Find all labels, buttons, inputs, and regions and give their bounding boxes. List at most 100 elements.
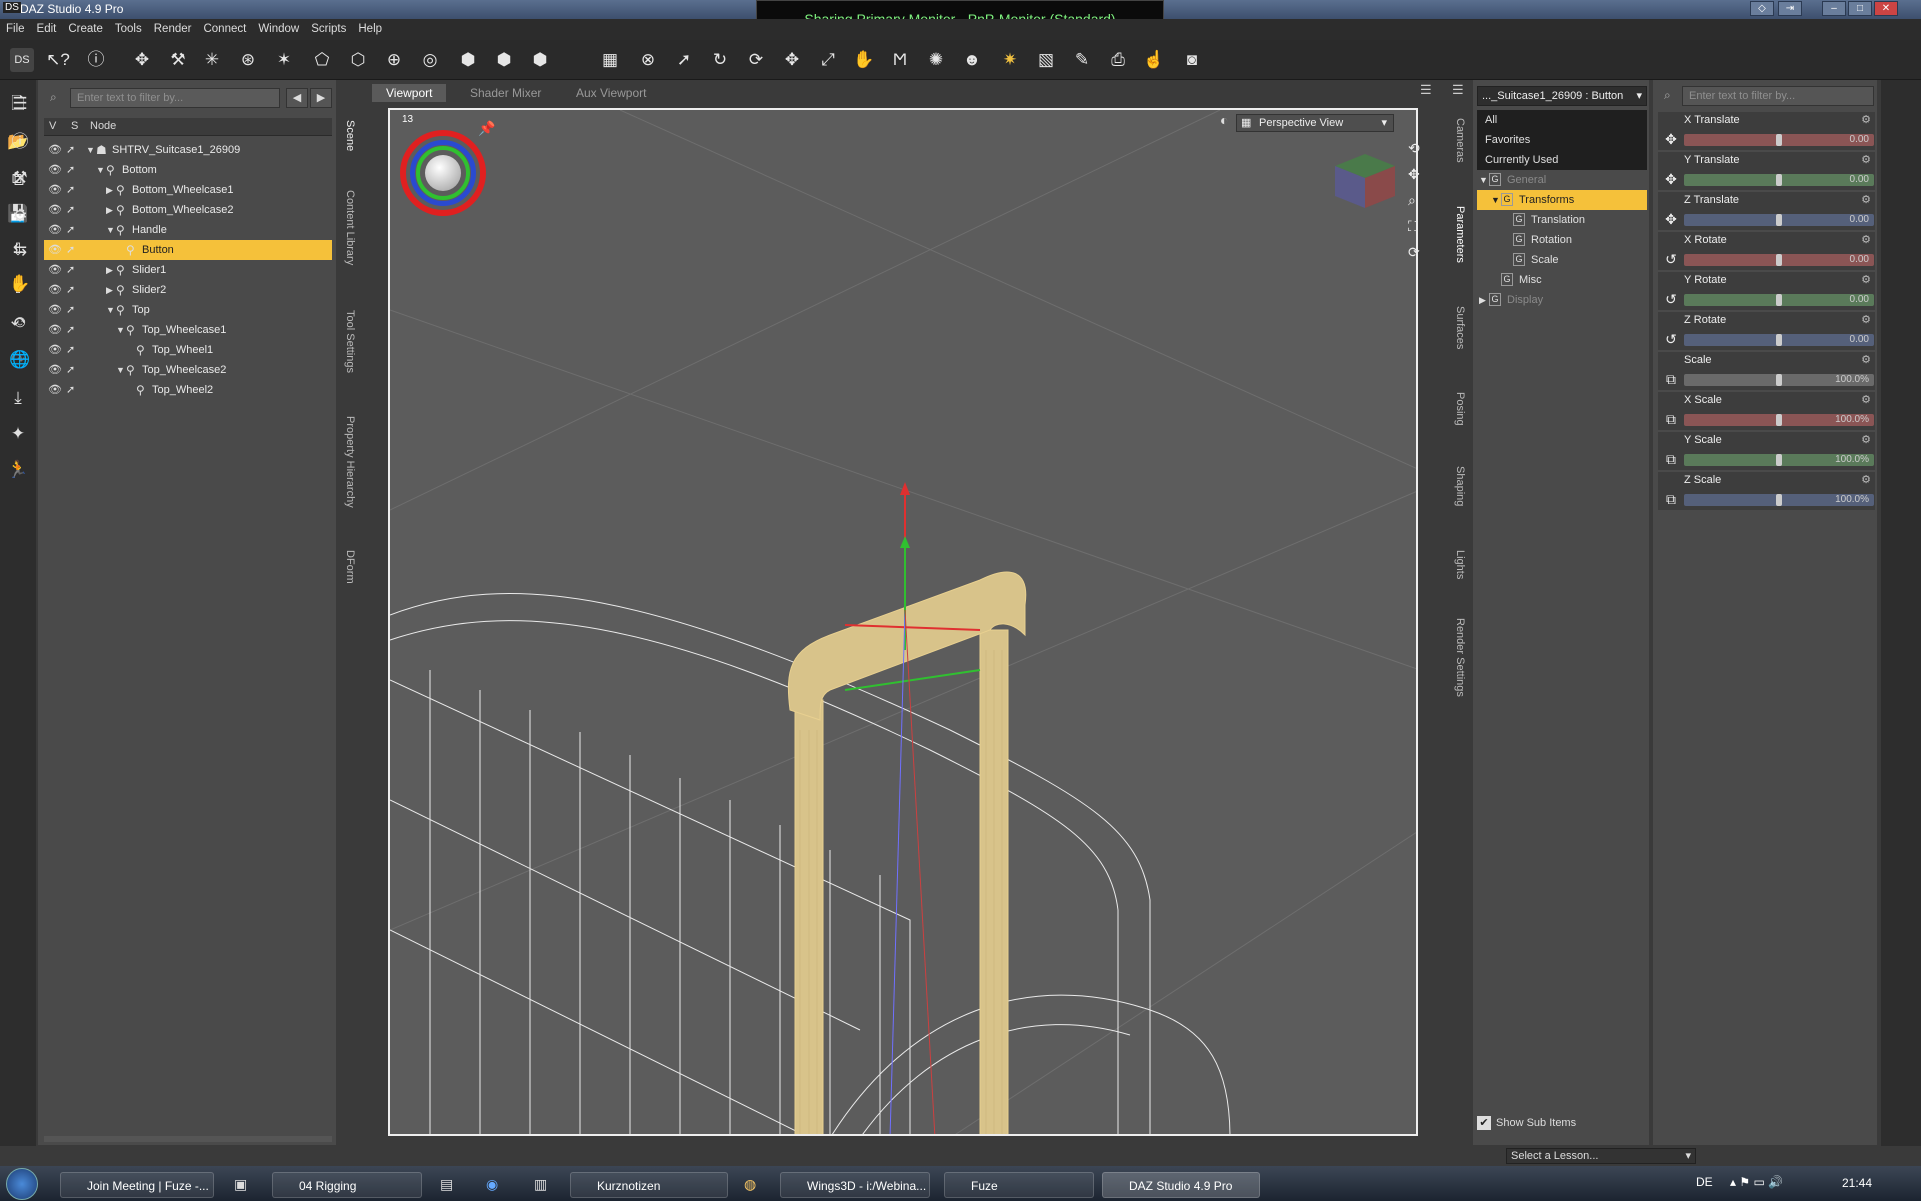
scene-tree-row[interactable]: 👁 ➚ ⚲ Button (44, 240, 332, 260)
tab-lights[interactable]: Lights (1454, 550, 1466, 579)
slider-knob[interactable] (1776, 254, 1782, 266)
transfer-icon[interactable]: ⇆ (8, 238, 32, 262)
eye-icon[interactable]: 👁 (48, 200, 62, 220)
select-pointer-icon[interactable]: ➚ (66, 240, 75, 260)
scene-tree-row[interactable]: 👁 ➚ ▶ ⚲ Bottom_Wheelcase1 (44, 180, 332, 200)
transfer-icon[interactable]: ✶ (272, 48, 296, 72)
tab-aux-viewport[interactable]: Aux Viewport (562, 84, 660, 102)
frame-nav-icon[interactable]: ⛶ (1408, 218, 1418, 235)
property-value[interactable]: 0.00 (1850, 254, 1869, 265)
close-button[interactable]: ✕ (1874, 1, 1898, 16)
figure-icon[interactable]: ☻ (960, 48, 984, 72)
param-group-all[interactable]: All (1477, 110, 1647, 130)
property-value[interactable]: 0.00 (1850, 334, 1869, 345)
app-icon[interactable]: ▣ (234, 1176, 247, 1193)
eye-icon[interactable]: 👁 (48, 320, 62, 340)
eye-icon[interactable]: 👁 (48, 140, 62, 160)
weight-brush-icon[interactable]: ⊛ (236, 48, 260, 72)
taskbar-item[interactable]: Wings3D - i:/Webina... (780, 1172, 930, 1198)
select-pointer-icon[interactable]: ➚ (66, 140, 75, 160)
pose-figure-icon[interactable]: 🏃 (6, 458, 30, 482)
property-value[interactable]: 0.00 (1850, 294, 1869, 305)
select-pointer-icon[interactable]: ➚ (66, 280, 75, 300)
select-pointer-icon[interactable]: ➚ (66, 160, 75, 180)
list-icon[interactable]: ☰ (8, 92, 32, 116)
scene-tree-row[interactable]: 👁 ➚ ▼ ⚲ Handle (44, 220, 332, 240)
figure-tool-icon[interactable]: ✦ (6, 422, 30, 446)
gear-icon[interactable]: ⚙ (1861, 353, 1871, 366)
eye-icon[interactable]: 👁 (48, 300, 62, 320)
select-pointer-icon[interactable]: ➚ (66, 200, 75, 220)
scale-icon[interactable]: ⤢ (816, 48, 840, 72)
taskbar-item[interactable]: Join Meeting | Fuze -... (60, 1172, 214, 1198)
polygon-tool-icon[interactable]: ⬡ (346, 48, 370, 72)
shaping-icon[interactable]: ✺ (924, 48, 948, 72)
geometry-editor-icon[interactable]: ⬠ (310, 48, 334, 72)
tray-icons[interactable]: ▴ ⚑ ▭ 🔊 (1730, 1175, 1783, 1189)
scene-tree-row[interactable]: 👁 ➚ ▼ ⚲ Top_Wheelcase2 (44, 360, 332, 380)
help-icon[interactable]: ⓘ (84, 48, 108, 72)
rotate-icon[interactable]: ⟳ (744, 48, 768, 72)
eye-icon[interactable]: 👁 (48, 280, 62, 300)
maximize-button[interactable]: □ (1848, 1, 1872, 16)
slider-knob[interactable] (1776, 334, 1782, 346)
menu-render[interactable]: Render (148, 19, 198, 35)
pose-icon[interactable]: ⚒ (8, 166, 32, 190)
tab-viewport[interactable]: Viewport (372, 84, 447, 102)
tab-tool-settings[interactable]: Tool Settings (344, 310, 356, 373)
orbit-nav-icon[interactable]: ⟲ (1408, 140, 1420, 157)
eye-icon[interactable]: 👁 (48, 380, 62, 400)
viewport-canvas[interactable] (390, 110, 1418, 1136)
tab-content-library[interactable]: Content Library (344, 190, 356, 265)
orientation-cube[interactable] (1335, 154, 1395, 208)
property-x-rotate[interactable]: X Rotate ⚙ ↺ 0.00 (1658, 232, 1875, 270)
slider-knob[interactable] (1776, 214, 1782, 226)
taskbar-item[interactable]: DAZ Studio 4.9 Pro (1102, 1172, 1260, 1198)
tab-parameters[interactable]: Parameters (1454, 206, 1466, 263)
property-z-scale[interactable]: Z Scale ⚙ ⧉ 100.0% (1658, 472, 1875, 510)
render-camera-icon[interactable]: ◙ (1180, 48, 1204, 72)
scene-tree-row[interactable]: 👁 ➚ ⚲ Top_Wheel1 (44, 340, 332, 360)
column-node[interactable]: Node (90, 120, 116, 132)
globe-icon[interactable]: 🌐 (8, 348, 32, 372)
minimize-button[interactable]: – (1822, 1, 1846, 16)
hatch-icon[interactable]: ▧ (1034, 48, 1058, 72)
eye-icon[interactable]: 👁 (48, 160, 62, 180)
gear-icon[interactable]: ⚙ (1861, 313, 1871, 326)
scene-tree-row[interactable]: 👁 ➚ ▶ ⚲ Slider1 (44, 260, 332, 280)
slider-knob[interactable] (1776, 294, 1782, 306)
eye-icon[interactable]: 👁 (48, 340, 62, 360)
cube-tool2-icon[interactable]: ⬢ (492, 48, 516, 72)
app-icon[interactable]: ▤ (440, 1176, 453, 1193)
panel-menu-icon[interactable]: ☰ (1420, 82, 1432, 98)
expand-arrow-icon[interactable]: ▼ (96, 160, 105, 180)
pose-tool-icon[interactable]: ✋ (852, 48, 876, 72)
share-icon[interactable]: ⇥ (1778, 1, 1802, 16)
select-pointer-icon[interactable]: ➚ (66, 360, 75, 380)
gear-icon[interactable]: ⚙ (1861, 273, 1871, 286)
camera-add-icon[interactable]: ⎙ (1106, 48, 1130, 72)
select-pointer-icon[interactable]: ➚ (66, 220, 75, 240)
eye-icon[interactable]: 👁 (48, 260, 62, 280)
slider-knob[interactable] (1776, 174, 1782, 186)
property-z-translate[interactable]: Z Translate ⚙ ✥ 0.00 (1658, 192, 1875, 230)
eye-icon[interactable]: 👁 (48, 220, 62, 240)
select-icon[interactable]: ➚ (672, 48, 696, 72)
scene-tree-row[interactable]: 👁 ➚ ▼ ☗ SHTRV_Suitcase1_26909 (44, 140, 332, 160)
menu-scripts[interactable]: Scripts (305, 19, 352, 35)
tab-render-settings[interactable]: Render Settings (1454, 618, 1466, 697)
tab-cameras[interactable]: Cameras (1454, 118, 1466, 163)
property-scale[interactable]: Scale ⚙ ⧉ 100.0% (1658, 352, 1875, 390)
cube-tool3-icon[interactable]: ⬢ (528, 48, 552, 72)
tab-shader-mixer[interactable]: Shader Mixer (456, 84, 555, 102)
expand-arrow-icon[interactable]: ▼ (106, 220, 115, 240)
reset-nav-icon[interactable]: ⟳ (1408, 244, 1420, 261)
property-value[interactable]: 0.00 (1850, 134, 1869, 145)
scene-filter-input[interactable]: Enter text to filter by... (70, 88, 280, 108)
node-weight-icon[interactable]: ✳ (200, 48, 224, 72)
property-x-translate[interactable]: X Translate ⚙ ✥ 0.00 (1658, 112, 1875, 150)
property-value[interactable]: 0.00 (1850, 174, 1869, 185)
start-button[interactable] (6, 1168, 38, 1200)
panel-menu-right-icon[interactable]: ☰ (1452, 82, 1464, 98)
slider-knob[interactable] (1776, 374, 1782, 386)
